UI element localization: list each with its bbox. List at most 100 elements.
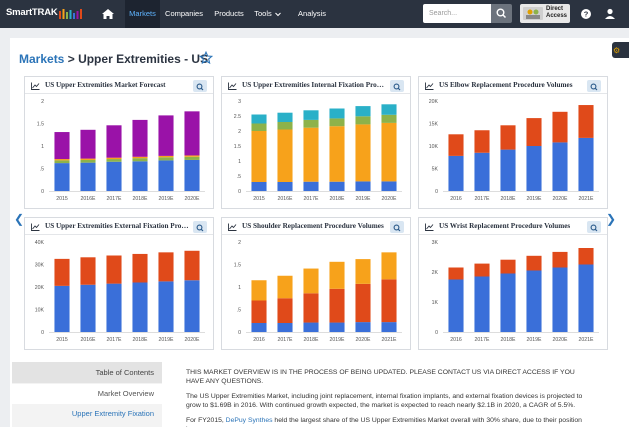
bar-segment[interactable] [158, 160, 174, 191]
chart-zoom-button[interactable] [193, 80, 207, 92]
chart-zoom-button[interactable] [587, 221, 601, 233]
nav-companies[interactable]: Companies [162, 0, 206, 28]
bar-segment[interactable] [381, 252, 397, 280]
bar-segment[interactable] [132, 253, 148, 283]
bar-segment[interactable] [251, 114, 267, 124]
bar-segment[interactable] [132, 119, 148, 157]
direct-access-button[interactable]: Direct Access [520, 4, 570, 23]
bar-segment[interactable] [474, 152, 490, 191]
bar-segment[interactable] [303, 293, 319, 323]
bar-segment[interactable] [448, 155, 464, 191]
bar-segment[interactable] [158, 252, 174, 282]
bar-segment[interactable] [54, 285, 70, 332]
nav-tools[interactable]: Tools [252, 0, 274, 28]
bar-segment[interactable] [184, 250, 200, 281]
carousel-prev-arrow[interactable]: ❮ [14, 212, 24, 226]
bar-segment[interactable] [329, 261, 345, 289]
bar-segment[interactable] [277, 275, 293, 299]
bar-segment[interactable] [251, 300, 267, 324]
bar-segment[interactable] [184, 155, 200, 157]
bar-segment[interactable] [474, 276, 490, 333]
bar-segment[interactable] [526, 118, 542, 146]
bar-segment[interactable] [158, 281, 174, 332]
bar-segment[interactable] [54, 160, 70, 164]
bar-segment[interactable] [303, 268, 319, 294]
bar-segment[interactable] [277, 182, 293, 191]
bar-segment[interactable] [184, 111, 200, 156]
chart-zoom-button[interactable] [587, 80, 601, 92]
bar-segment[interactable] [329, 322, 345, 332]
bar-segment[interactable] [132, 158, 148, 162]
bar-segment[interactable] [448, 279, 464, 333]
bar-segment[interactable] [106, 159, 122, 162]
bar-segment[interactable] [500, 273, 516, 333]
bar-segment[interactable] [578, 137, 594, 191]
bar-segment[interactable] [158, 157, 174, 161]
chart-zoom-button[interactable] [193, 221, 207, 233]
bar-segment[interactable] [381, 122, 397, 182]
nav-markets[interactable]: Markets [125, 0, 160, 28]
bar-segment[interactable] [552, 142, 568, 191]
bar-segment[interactable] [474, 130, 490, 153]
home-button[interactable] [97, 0, 119, 28]
bar-segment[interactable] [277, 298, 293, 323]
bar-segment[interactable] [80, 159, 96, 163]
bar-segment[interactable] [54, 163, 70, 191]
bar-segment[interactable] [106, 255, 122, 284]
bar-segment[interactable] [355, 283, 371, 323]
bar-segment[interactable] [500, 259, 516, 274]
bar-segment[interactable] [132, 282, 148, 333]
toc-item-upper-extremity-fixation[interactable]: Upper Extremity Fixation [12, 404, 162, 424]
bar-segment[interactable] [303, 127, 319, 182]
bar-segment[interactable] [578, 248, 594, 265]
bar-segment[interactable] [303, 322, 319, 332]
bar-segment[interactable] [251, 123, 267, 132]
bar-segment[interactable] [355, 322, 371, 332]
bar-segment[interactable] [329, 118, 345, 127]
bar-segment[interactable] [552, 267, 568, 333]
bar-segment[interactable] [448, 267, 464, 280]
bar-segment[interactable] [552, 111, 568, 143]
bar-segment[interactable] [80, 162, 96, 191]
bar-segment[interactable] [381, 181, 397, 191]
bar-segment[interactable] [500, 149, 516, 191]
bar-segment[interactable] [355, 116, 371, 125]
bar-segment[interactable] [251, 323, 267, 332]
bar-segment[interactable] [329, 108, 345, 119]
bar-segment[interactable] [329, 288, 345, 323]
bar-segment[interactable] [251, 131, 267, 182]
help-button[interactable]: ? [578, 6, 594, 22]
bar-segment[interactable] [381, 279, 397, 323]
bar-segment[interactable] [526, 270, 542, 333]
bar-segment[interactable] [303, 110, 319, 120]
bar-segment[interactable] [158, 115, 174, 156]
bar-segment[interactable] [132, 161, 148, 191]
bar-segment[interactable] [184, 159, 200, 191]
nav-analysis[interactable]: Analysis [294, 0, 330, 28]
nav-products[interactable]: Products [210, 0, 248, 28]
bar-segment[interactable] [526, 146, 542, 191]
depuy-synthes-link[interactable]: DePuy Synthes [226, 417, 273, 424]
bar-segment[interactable] [355, 124, 371, 182]
search-input[interactable]: Search... [423, 4, 491, 23]
bar-segment[interactable] [80, 158, 96, 160]
user-button[interactable] [602, 6, 618, 22]
bar-segment[interactable] [303, 119, 319, 128]
bar-segment[interactable] [526, 255, 542, 271]
chart-zoom-button[interactable] [390, 80, 404, 92]
bar-segment[interactable] [106, 157, 122, 160]
bar-segment[interactable] [552, 251, 568, 268]
bar-segment[interactable] [448, 134, 464, 156]
bar-segment[interactable] [132, 156, 148, 159]
bar-segment[interactable] [500, 125, 516, 150]
toc-item-market-overview[interactable]: Market Overview [12, 384, 162, 404]
bar-segment[interactable] [54, 159, 70, 161]
bar-segment[interactable] [80, 284, 96, 332]
bar-segment[interactable] [355, 181, 371, 191]
bar-segment[interactable] [158, 155, 174, 158]
bar-segment[interactable] [54, 132, 70, 160]
bar-segment[interactable] [381, 104, 397, 115]
bar-segment[interactable] [381, 322, 397, 332]
bar-segment[interactable] [54, 258, 70, 286]
bar-segment[interactable] [355, 106, 371, 117]
